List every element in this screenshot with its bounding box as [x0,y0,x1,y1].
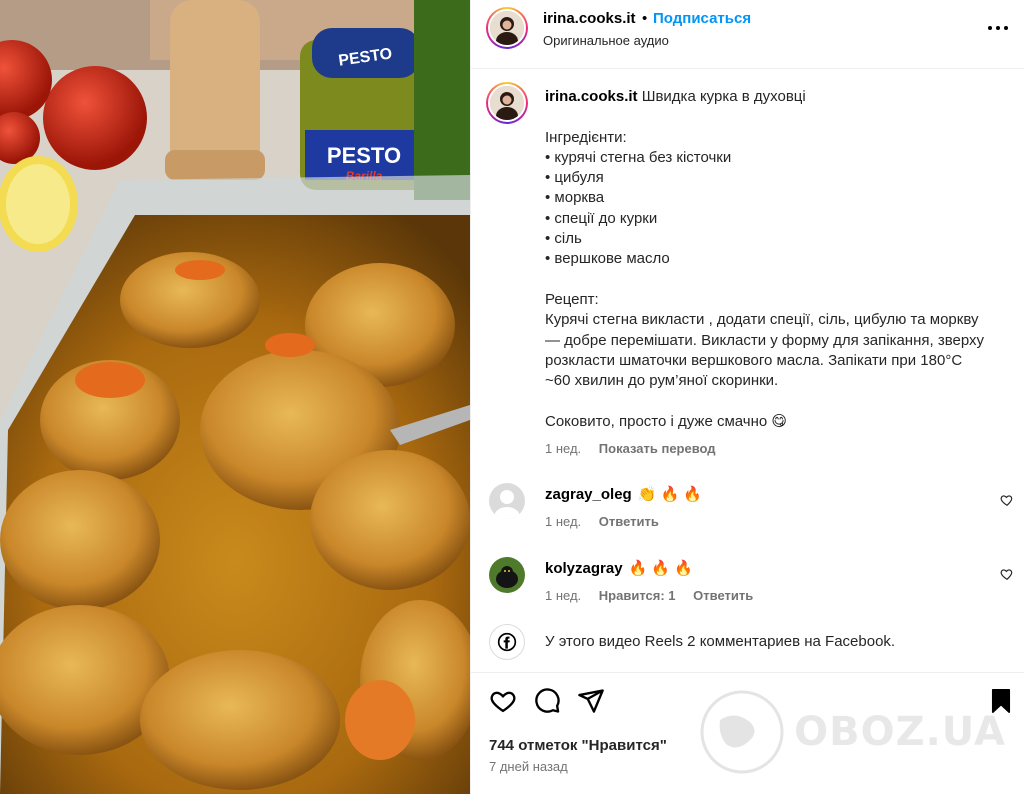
post-header: irina.cooks.it • Подписаться Оригинально… [471,0,1024,69]
reply-button[interactable]: Ответить [599,514,659,529]
comment-time[interactable]: 1 нед. [545,514,581,529]
share-paper-plane-icon[interactable] [577,687,605,715]
comment-text: 🔥 🔥 🔥 [628,560,693,577]
comment-body: zagray_oleg 👏 🔥 🔥 [545,485,702,503]
caption-time[interactable]: 1 нед. [545,441,581,456]
caption-line: — добре перемішати. Викласти у форму для… [545,331,985,349]
tomato [43,66,147,170]
pesto-jar-label: PESTO [327,143,401,168]
caption-meta: 1 нед. Показать перевод [545,441,730,456]
comment-avatar[interactable] [489,557,525,593]
comment-username[interactable]: zagray_oleg [545,486,632,503]
caption-line: Рецепт: [545,290,599,308]
caption-line: • цибуля [545,169,604,187]
default-avatar-icon [489,483,525,519]
author-avatar[interactable] [486,7,528,49]
comment-avatar[interactable] [489,483,525,519]
author-avatar-image [490,11,524,45]
separator-dot: • [642,10,648,27]
caption-line: Соковито, просто і дуже смачно 😋 [545,412,788,430]
caption-line: • спеції до курки [545,209,658,227]
cat-avatar-image [489,557,525,593]
caption-line: ~60 хвилин до рум’яної скоринки. [545,372,779,390]
caption-line: Курячі стегна викласти , додати спеції, … [545,311,979,329]
comment-likes-count[interactable]: Нравится: 1 [599,588,676,603]
caption-line: Інгредієнти: [545,128,627,146]
post-details-panel: irina.cooks.it • Подписаться Оригинально… [470,0,1024,794]
comment-meta: 1 нед. Нравится: 1 Ответить [545,588,767,603]
caption-line: • сіль [545,230,582,248]
facebook-icon [489,624,525,660]
likes-count[interactable]: 744 отметок "Нравится" [489,737,667,754]
facebook-note-text: У этого видео Reels 2 комментариев на Fa… [545,633,896,650]
post-caption: irina.cooks.it Швидка курка в духовці Ін… [545,87,1015,432]
caption-title: Швидка курка в духовці [641,88,806,105]
like-comment-heart-icon[interactable] [1000,567,1014,581]
reel-video-frame[interactable]: PESTO Barilla PESTO [0,0,470,794]
caption-line: • курячі стегна без кісточки [545,148,732,166]
audio-label[interactable]: Оригинальное аудио [543,33,669,48]
food-photo: PESTO Barilla PESTO [0,0,470,794]
oboz-watermark: OBOZ.UA [700,690,1006,774]
reply-button[interactable]: Ответить [693,588,753,603]
caption-author-avatar[interactable] [486,82,528,124]
like-comment-heart-icon[interactable] [1000,493,1014,507]
caption-line: • вершкове масло [545,250,670,268]
comment-username[interactable]: kolyzagray [545,560,623,577]
author-username[interactable]: irina.cooks.it [543,10,636,27]
show-translation-button[interactable]: Показать перевод [599,441,716,456]
caption-line: розкласти шматочки вершкового масла. Зап… [545,351,963,369]
follow-button[interactable]: Подписаться [653,10,751,27]
comment-text: 👏 🔥 🔥 [637,486,703,503]
like-heart-icon[interactable] [489,687,517,715]
comment-bubble-icon[interactable] [533,687,561,715]
comment-body: kolyzagray 🔥 🔥 🔥 [545,559,693,577]
facebook-comments-note[interactable]: У этого видео Reels 2 комментариев на Fa… [489,624,895,660]
watermark-text: OBOZ.UA [794,709,1006,755]
caption-username[interactable]: irina.cooks.it [545,88,638,105]
post-date[interactable]: 7 дней назад [489,759,568,774]
more-options-icon[interactable] [986,16,1010,40]
oboz-globe-logo-icon [700,690,784,774]
comment-meta: 1 нед. Ответить [545,514,673,529]
comment-time[interactable]: 1 нед. [545,588,581,603]
caption-line: • морква [545,189,605,207]
caption-author-avatar-image [490,86,524,120]
